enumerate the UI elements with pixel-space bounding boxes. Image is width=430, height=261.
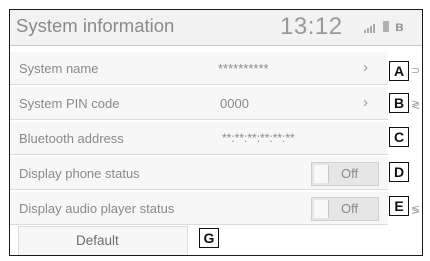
row-value: 0000 [220, 96, 249, 111]
system-information-screen: System information 13:12 ʙ System name *… [9, 9, 423, 256]
row-label: Bluetooth address [19, 131, 124, 146]
header-bar: System information 13:12 ʙ [10, 10, 422, 46]
row-system-pin-code[interactable]: System PIN code 0000 › [10, 87, 388, 120]
row-bluetooth-address: Bluetooth address **:**:**:**:**:** [10, 122, 388, 155]
page-title: System information [16, 15, 175, 36]
callout-d: D [389, 162, 409, 182]
callout-c: C [389, 127, 409, 147]
audio-player-status-toggle[interactable]: Off [311, 197, 379, 221]
scroll-edge-icon: ≶ [411, 204, 421, 216]
callout-b: B [389, 93, 409, 113]
clock: 13:12 [280, 13, 343, 40]
callout-e: E [389, 196, 409, 216]
row-label: System name [19, 61, 99, 76]
default-button-label: Default [76, 233, 119, 248]
toggle-state: Off [341, 201, 359, 216]
chevron-right-icon: › [363, 59, 368, 76]
callout-g: G [199, 228, 219, 248]
toggle-knob [314, 165, 329, 183]
row-label: Display audio player status [19, 201, 175, 216]
chevron-right-icon: › [363, 94, 368, 111]
default-button[interactable]: Default [18, 226, 188, 255]
toggle-knob [314, 200, 329, 218]
bluetooth-icon: ʙ [395, 18, 404, 34]
row-display-audio-player-status: Display audio player status Off [10, 192, 388, 225]
scroll-edge-icon: ⊃ [411, 65, 421, 77]
toggle-state: Off [341, 166, 359, 181]
row-system-name[interactable]: System name ********** › [10, 52, 388, 85]
row-value: **:**:**:**:**:** [222, 131, 295, 145]
phone-status-toggle[interactable]: Off [311, 162, 379, 186]
signal-icon [364, 21, 376, 33]
scroll-edge-icon: ≷ [411, 99, 421, 111]
callout-a: A [389, 61, 409, 81]
row-label: System PIN code [19, 96, 120, 111]
row-label: Display phone status [19, 166, 140, 181]
battery-icon [383, 21, 389, 32]
row-value: ********** [218, 61, 269, 76]
row-display-phone-status: Display phone status Off [10, 157, 388, 190]
